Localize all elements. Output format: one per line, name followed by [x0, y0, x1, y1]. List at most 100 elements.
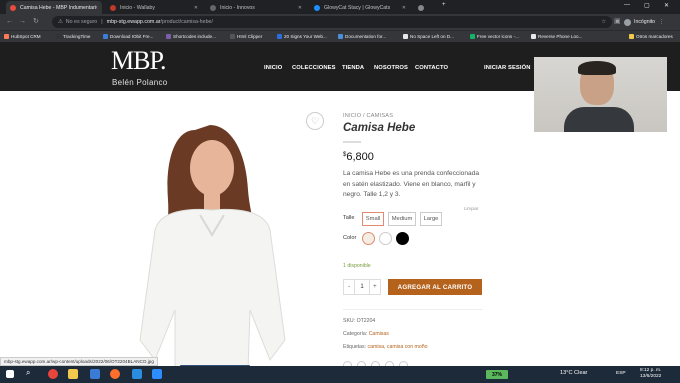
maximize-icon[interactable]: ▢: [644, 2, 650, 9]
site-logo[interactable]: MBP.: [111, 47, 167, 75]
tab-glowycats[interactable]: GlowyCat Stacy | GlowyCats ✕: [310, 1, 410, 14]
webcam-overlay: [534, 57, 667, 132]
size-large-button[interactable]: Large: [420, 212, 442, 226]
app-icon[interactable]: [90, 369, 100, 379]
nav-nosotros[interactable]: NOSOTROS: [374, 65, 408, 71]
battery-indicator[interactable]: 37%: [486, 370, 508, 379]
nav-tienda[interactable]: TIENDA: [342, 65, 364, 71]
product-image[interactable]: [120, 110, 305, 370]
bookmark-free-vector[interactable]: Free vector icons -...: [470, 31, 519, 42]
bookmark-icon: [403, 34, 408, 39]
browser-toolbar: ← → ↻ ⚠ No es seguro | mbp-stg.ewapp.com…: [0, 14, 680, 30]
tags-line: Etiquetas: camisa, camisa con moño: [343, 344, 428, 350]
stock-status: 1 disponible: [343, 263, 371, 269]
chrome-icon[interactable]: [48, 369, 58, 379]
tab-innovos[interactable]: Inicio - Innovos ✕: [206, 1, 306, 14]
color-swatch-black[interactable]: [396, 232, 409, 245]
back-icon[interactable]: ←: [6, 14, 13, 30]
bookmark-documentation[interactable]: Documentation for...: [338, 31, 386, 42]
wishlist-heart-icon[interactable]: ♡: [306, 112, 324, 130]
bookmark-icon: [470, 34, 475, 39]
incognito-icon: [624, 18, 631, 26]
bookmark-icon: [166, 34, 171, 39]
bookmark-20-signs[interactable]: 20 Signs Your Web...: [277, 31, 327, 42]
bookmark-other[interactable]: Otros marcadores: [629, 31, 673, 42]
bookmark-label: Download IObit Fre...: [110, 34, 154, 39]
nav-login[interactable]: INICIAR SESIÓN: [484, 65, 531, 71]
zoom-icon[interactable]: [152, 369, 162, 379]
tags-label: Etiquetas:: [343, 344, 367, 350]
taskbar-clock[interactable]: 8:12 p. m. 13/6/2022: [640, 368, 661, 380]
qty-minus-button[interactable]: -: [344, 280, 354, 294]
qty-plus-button[interactable]: +: [370, 280, 380, 294]
bookmark-hubspot[interactable]: HubSpot CRM: [4, 31, 41, 42]
size-label: Talle: [343, 215, 355, 221]
close-tab-icon[interactable]: ✕: [298, 5, 302, 11]
nav-contacto[interactable]: CONTACTO: [415, 65, 448, 71]
nav-colecciones[interactable]: COLECCIONES: [292, 65, 336, 71]
app-icon[interactable]: [132, 369, 142, 379]
minimize-icon[interactable]: —: [624, 2, 630, 8]
menu-icon[interactable]: ⋮: [659, 19, 664, 25]
forward-icon[interactable]: →: [19, 14, 26, 30]
bookmark-icon: [103, 34, 108, 39]
tab-blank[interactable]: [414, 1, 438, 14]
bookmark-icon: [4, 34, 9, 39]
clear-selection-link[interactable]: Limpiar: [464, 206, 478, 211]
incognito-indicator[interactable]: Incógnito ⋮: [624, 15, 664, 29]
product-title: Camisa Hebe: [343, 122, 416, 134]
language-indicator[interactable]: ESP: [616, 371, 626, 376]
tab-label: Camisa Hebe - MBP Indumentari: [20, 4, 97, 11]
extension-icon[interactable]: ▣: [614, 14, 621, 30]
title-divider: [343, 141, 361, 143]
quantity-stepper: - 1 +: [343, 279, 381, 295]
color-swatch-ivory[interactable]: [362, 232, 375, 245]
folder-icon: [629, 34, 634, 39]
close-tab-icon[interactable]: ✕: [402, 5, 406, 11]
add-to-cart-button[interactable]: AGREGAR AL CARRITO: [388, 279, 482, 295]
weather-widget[interactable]: 13°C Clear: [560, 370, 587, 376]
size-small-button[interactable]: Small: [362, 212, 384, 226]
bookmark-icon: [277, 34, 282, 39]
product-description: La camisa Hebe es una prenda confecciona…: [343, 170, 479, 198]
category-link[interactable]: Camisas: [369, 331, 389, 337]
firefox-icon[interactable]: [110, 369, 120, 379]
bookmark-trackingtime[interactable]: TrackingTime: [56, 31, 90, 42]
bookmark-shortcodes[interactable]: Shortcodes include...: [166, 31, 216, 42]
tab-camisa-hebe[interactable]: Camisa Hebe - MBP Indumentari ✕: [6, 1, 102, 14]
category-label: Categoría:: [343, 331, 368, 337]
search-icon[interactable]: ⌕: [26, 368, 30, 378]
bookmark-label: Otros marcadores: [636, 34, 673, 39]
separator: |: [101, 19, 103, 25]
qty-input[interactable]: 1: [354, 280, 370, 294]
tab-wallaby[interactable]: Inicio - Wallaby ✕: [106, 1, 202, 14]
bookmark-iobit[interactable]: Download IObit Fre...: [103, 31, 153, 42]
screen: Camisa Hebe - MBP Indumentari ✕ Inicio -…: [0, 0, 680, 383]
close-window-icon[interactable]: ✕: [664, 2, 669, 9]
breadcrumb[interactable]: INICIO / CAMISAS: [343, 113, 393, 119]
close-tab-icon[interactable]: ✕: [194, 5, 198, 11]
nav-inicio[interactable]: INICIO: [264, 65, 282, 71]
address-bar[interactable]: ⚠ No es seguro | mbp-stg.ewapp.com.ar /p…: [52, 16, 612, 28]
tab-label: Inicio - Wallaby: [120, 4, 155, 11]
tab-label: GlowyCat Stacy | GlowyCats: [324, 4, 391, 11]
windows-start-icon[interactable]: [6, 370, 14, 378]
color-swatch-white[interactable]: [379, 232, 392, 245]
bookmark-icon: [56, 34, 61, 39]
file-explorer-icon[interactable]: [68, 369, 78, 379]
close-tab-icon[interactable]: ✕: [94, 5, 98, 11]
bookmark-label: Html Clipper: [237, 34, 263, 39]
tags-links[interactable]: camisa, camisa con moño: [368, 344, 428, 350]
bookmark-icon: [531, 34, 536, 39]
bookmark-no-space[interactable]: No Space Left on D...: [403, 31, 454, 42]
new-tab-icon[interactable]: +: [442, 2, 446, 8]
bookmark-html-clipper[interactable]: Html Clipper: [230, 31, 262, 42]
bookmark-label: No Space Left on D...: [410, 34, 454, 39]
category-line: Categoría: Camisas: [343, 331, 389, 337]
reload-icon[interactable]: ↻: [33, 14, 39, 30]
tab-favicon-icon: [314, 4, 320, 11]
size-medium-button[interactable]: Medium: [388, 212, 416, 226]
star-icon[interactable]: ☆: [601, 19, 606, 25]
bookmark-reverse-phone[interactable]: Reverse Phone Loo...: [531, 31, 582, 42]
clock-date: 13/6/2022: [640, 374, 662, 379]
